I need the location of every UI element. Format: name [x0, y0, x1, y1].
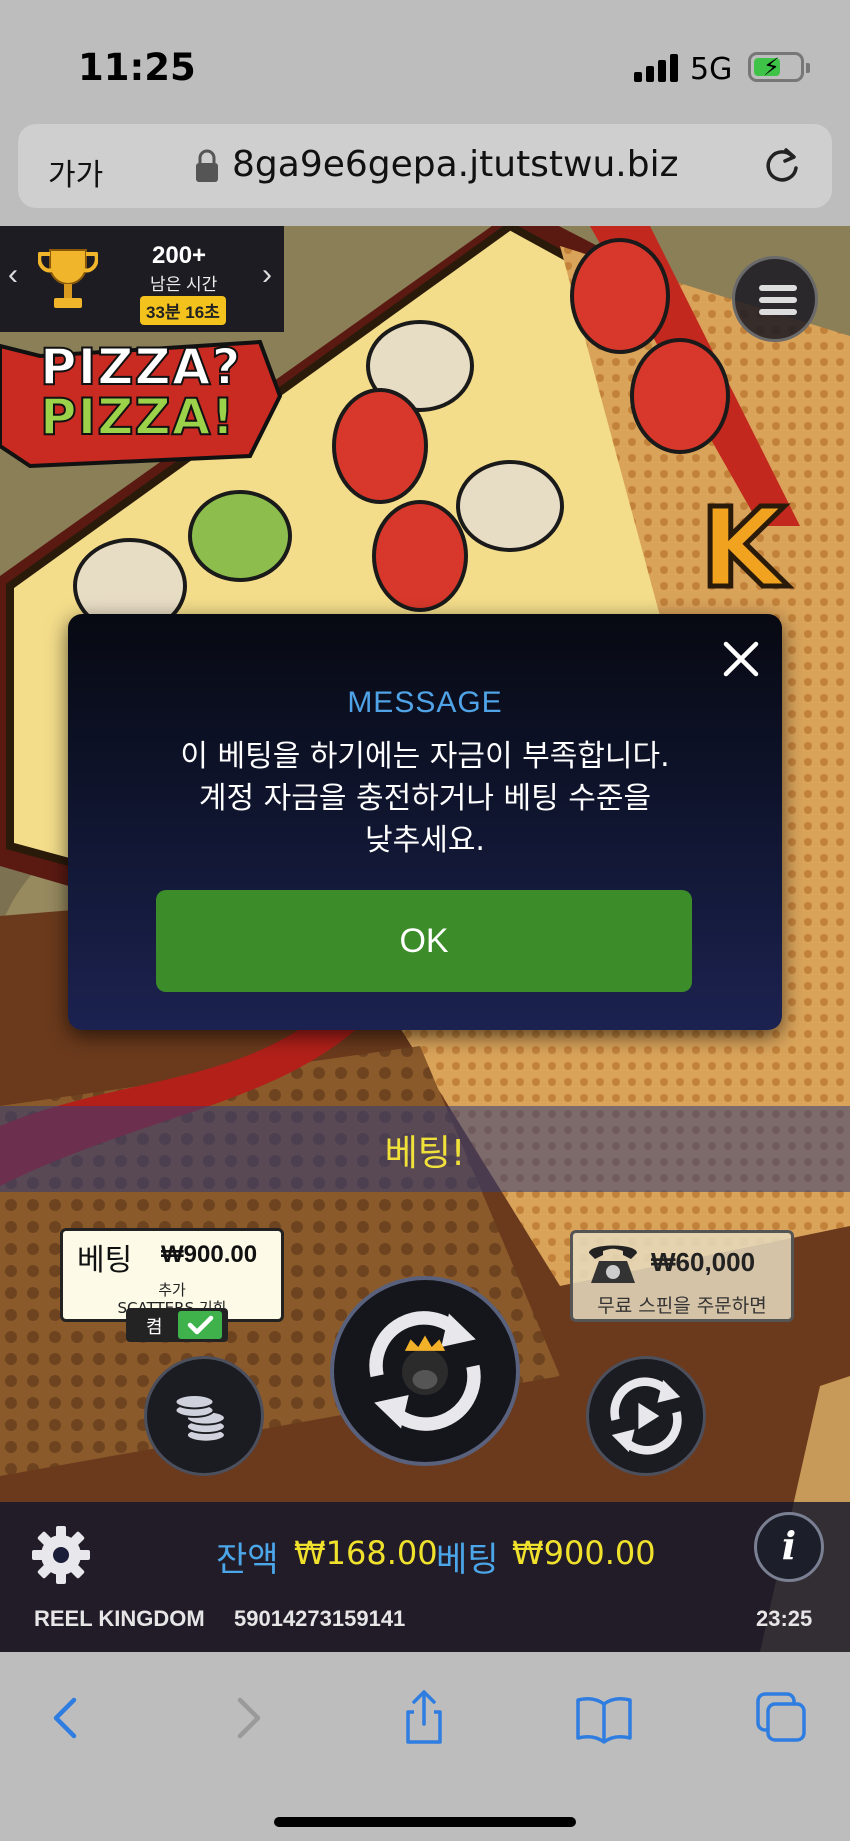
url-text[interactable]: 8ga9e6gepa.jtutstwu.biz [232, 144, 679, 185]
menu-button[interactable] [732, 256, 818, 342]
message-dialog: MESSAGE 이 베팅을 하기에는 자금이 부족합니다. 계정 자금을 충전하… [68, 614, 782, 1030]
ante-bet-toggle[interactable]: 켬 [126, 1308, 228, 1342]
trophy-icon [38, 249, 98, 308]
dialog-message-line: 낮추세요. [365, 823, 485, 858]
spin-button[interactable] [330, 1276, 520, 1466]
battery-icon: ⚡ [748, 52, 810, 82]
telephone-icon [589, 1245, 637, 1283]
gorilla-icon [402, 1335, 448, 1395]
close-icon[interactable] [716, 634, 766, 684]
tournament-next-icon[interactable]: › [262, 258, 272, 292]
home-indicator [274, 1817, 576, 1827]
game-clock: 23:25 [756, 1606, 813, 1631]
game-logo-line2: PIZZA! [39, 387, 236, 447]
bet-label: 베팅 [436, 1540, 499, 1580]
browser-address-area: 가가 8ga9e6gepa.jtutstwu.biz [0, 118, 850, 226]
ante-bet-title: 베팅 [77, 1243, 133, 1278]
balance-label: 잔액 [216, 1540, 279, 1580]
gear-icon[interactable] [28, 1522, 94, 1588]
checkmark-icon [178, 1311, 222, 1339]
provider-name: REEL KINGDOM [34, 1606, 205, 1631]
dialog-message: 이 베팅을 하기에는 자금이 부족합니다. 계정 자금을 충전하거나 베팅 수준… [108, 736, 742, 862]
status-time: 11:25 [78, 46, 196, 89]
buy-feature-card[interactable]: ₩60,000 무료 스핀을 주문하면 [570, 1230, 794, 1322]
reload-icon[interactable] [760, 144, 804, 188]
toggle-label: 켬 [146, 1317, 163, 1338]
tournament-prev-icon[interactable]: ‹ [8, 258, 18, 292]
tournament-label: 남은 시간 [150, 275, 218, 294]
spin-arrows-icon [369, 1311, 481, 1431]
dialog-message-line: 이 베팅을 하기에는 자금이 부족합니다. [180, 739, 670, 774]
bet-strip-label: 베팅! [384, 1133, 466, 1174]
coins-icon [174, 1394, 226, 1443]
round-id: 59014273159141 [234, 1606, 406, 1631]
network-label: 5G [690, 52, 733, 87]
tournament-count: 200+ [152, 242, 207, 269]
bet-strip: 베팅! [0, 1106, 850, 1192]
status-bar: 11:25 5G ⚡ [0, 0, 850, 118]
share-icon[interactable] [394, 1688, 454, 1748]
ante-bet-value: ₩900.00 [161, 1241, 258, 1268]
info-icon[interactable]: i [754, 1512, 824, 1582]
bet-value: ₩900.00 [512, 1534, 656, 1572]
browser-toolbar [0, 1652, 850, 1841]
autoplay-icon [610, 1377, 682, 1455]
buy-feature-label: 무료 스핀을 주문하면 [597, 1295, 767, 1317]
balance-value: ₩168.00 [294, 1534, 438, 1572]
hamburger-icon [759, 285, 797, 291]
tabs-icon[interactable] [752, 1688, 812, 1748]
game-canvas[interactable]: K ‹ 200+ 남은 시간 33분 16초 › PIZZA? PIZZA! M… [0, 226, 850, 1652]
ok-button[interactable]: OK [156, 890, 692, 992]
lock-icon [196, 149, 218, 182]
back-icon[interactable] [36, 1688, 96, 1748]
svg-text:K: K [700, 484, 789, 612]
text-size-button[interactable]: 가가 [48, 150, 103, 194]
game-info-bar: 잔액 ₩168.00 베팅 ₩900.00 i REEL KINGDOM 590… [0, 1502, 850, 1652]
dialog-message-line: 계정 자금을 충전하거나 베팅 수준을 [198, 781, 652, 816]
autoplay-button[interactable] [586, 1356, 706, 1476]
tournament-time-badge: 33분 16초 [140, 296, 226, 325]
bookmarks-icon[interactable] [574, 1688, 634, 1748]
forward-icon[interactable] [218, 1688, 278, 1748]
buy-feature-price: ₩60,000 [651, 1247, 756, 1277]
dialog-title: MESSAGE [347, 686, 503, 719]
signal-icon [634, 54, 678, 82]
bet-amount-button[interactable] [144, 1356, 264, 1476]
tournament-widget[interactable]: ‹ 200+ 남은 시간 33분 16초 › [0, 226, 284, 332]
address-bar[interactable]: 가가 8ga9e6gepa.jtutstwu.biz [18, 124, 832, 208]
